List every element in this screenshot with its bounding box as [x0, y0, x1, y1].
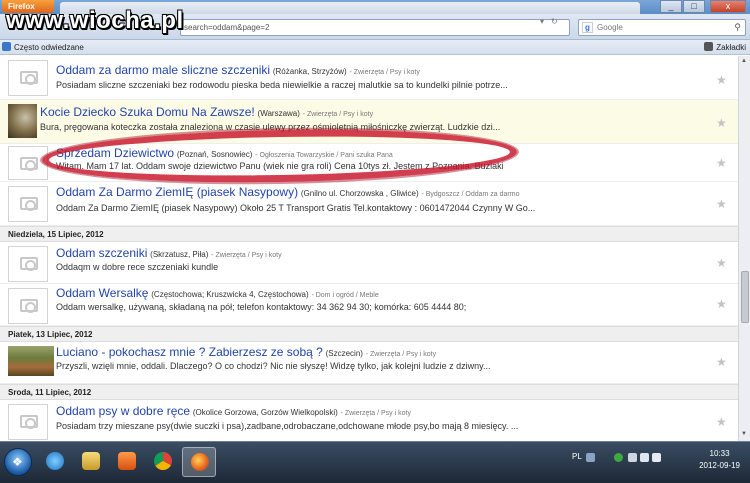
reload-icon[interactable]: ↻	[551, 17, 558, 26]
listing-item[interactable]: Luciano - pokochasz mnie ? Zabierzesz ze…	[0, 342, 738, 384]
clock-time: 10:33	[709, 449, 730, 458]
vertical-scrollbar[interactable]: ▲ ▼	[738, 56, 750, 441]
listing-category[interactable]: - Bydgoszcz / Oddam za darmo	[421, 191, 519, 198]
listing-category[interactable]: - Zwierzęta / Psy i koty	[211, 252, 281, 259]
listing-page: Oddam za darmo male sliczne szczeniki (R…	[0, 56, 738, 441]
listing-item[interactable]: Oddam szczeniki (Skrzatusz, Piła) - Zwie…	[0, 242, 738, 284]
firefox-icon	[191, 453, 209, 471]
listing-category[interactable]: - Zwierzęta / Psy i koty	[341, 410, 411, 417]
favorite-star-icon[interactable]: ★	[716, 256, 727, 270]
clock-date: 2012-09-19	[699, 461, 740, 470]
search-box[interactable]: g Google ⚲	[578, 19, 746, 36]
listing-category[interactable]: - Zwierzęta / Psy i koty	[349, 69, 419, 76]
security-icon[interactable]	[614, 453, 623, 462]
listing-description: Oddam wersalkę, używaną, składaną na pół…	[56, 302, 467, 312]
listing-category[interactable]: - Zwierzęta / Psy i koty	[366, 351, 436, 358]
chrome-button[interactable]	[146, 447, 180, 477]
no-photo-icon	[8, 60, 48, 96]
favorite-star-icon[interactable]: ★	[716, 415, 727, 429]
media-player-icon	[118, 452, 136, 470]
listing-location: (Częstochowa; Kruszwicka 4, Częstochowa)	[151, 290, 309, 299]
search-icon[interactable]: ⚲	[734, 22, 741, 33]
listing-title[interactable]: Oddam psy w dobre ręce	[56, 404, 190, 418]
google-icon: g	[582, 22, 593, 33]
day-header: Niedziela, 15 Lipiec, 2012	[0, 226, 738, 242]
windows-logo-icon: ❖	[12, 455, 23, 469]
bookmark-star-icon	[704, 42, 714, 51]
listing-title[interactable]: Luciano - pokochasz mnie ? Zabierzesz ze…	[56, 345, 323, 359]
favorite-star-icon[interactable]: ★	[716, 116, 727, 130]
no-photo-icon	[8, 246, 48, 282]
listing-title[interactable]: Oddam Za Darmo ZiemIĘ (piasek Nasypowy)	[56, 185, 298, 199]
listing-title[interactable]: Kocie Dziecko Szuka Domu Na Zawsze!	[40, 105, 255, 119]
favorite-star-icon[interactable]: ★	[716, 197, 727, 211]
listing-description: Przyszli, wzięli mnie, oddali. Dlaczego?…	[56, 361, 491, 371]
keyboard-icon[interactable]	[586, 453, 595, 462]
address-bar[interactable]: search=oddam&page=2	[180, 19, 570, 36]
clock[interactable]: 10:33 2012-09-19	[699, 448, 740, 472]
scroll-down-icon[interactable]: ▼	[741, 431, 747, 437]
system-tray: PL 10:33 2012-09-19	[570, 442, 750, 483]
scrollbar-thumb[interactable]	[741, 271, 749, 323]
listing-category[interactable]: - Zwierzęta / Psy i koty	[303, 111, 373, 118]
favorite-star-icon[interactable]: ★	[716, 297, 727, 311]
favorite-star-icon[interactable]: ★	[716, 73, 727, 87]
firefox-taskbar-button[interactable]	[182, 447, 216, 477]
cat-photo[interactable]	[8, 104, 37, 138]
listing-title[interactable]: Oddam za darmo male sliczne szczeniki	[56, 63, 270, 77]
watermark-logo: www.wiocha.pl	[6, 7, 184, 34]
bookmark-icon	[2, 42, 11, 51]
media-player-button[interactable]	[110, 447, 144, 477]
listing-item[interactable]: Oddam Wersalkę (Częstochowa; Kruszwicka …	[0, 284, 738, 326]
volume-icon[interactable]	[652, 453, 661, 462]
no-photo-icon	[8, 404, 48, 440]
listing-item[interactable]: Oddam Za Darmo ZiemIĘ (piasek Nasypowy) …	[0, 182, 738, 226]
favorite-star-icon[interactable]: ★	[716, 355, 727, 369]
listing-item[interactable]: Oddam za darmo male sliczne szczeniki (R…	[0, 56, 738, 100]
listing-location: (Skrzatusz, Piła)	[150, 250, 209, 259]
flag-icon[interactable]	[628, 453, 637, 462]
scroll-up-icon[interactable]: ▲	[741, 58, 747, 64]
start-button[interactable]: ❖	[4, 448, 32, 476]
listing-location: (Warszawa)	[257, 109, 300, 118]
bookmarks-toolbar: Często odwiedzane Zakładki	[0, 40, 750, 55]
maximize-button[interactable]: □	[683, 0, 705, 13]
bookmarks-menu[interactable]: Zakładki	[704, 42, 746, 52]
bookmark-most-visited[interactable]: Często odwiedzane	[2, 42, 84, 52]
internet-explorer-button[interactable]	[38, 447, 72, 477]
listing-category[interactable]: - Dom i ogród / Meble	[311, 292, 378, 299]
close-button[interactable]: x	[710, 0, 746, 13]
no-photo-icon	[8, 288, 48, 324]
listing-description: Oddaqm w dobre rece szczeniaki kundle	[56, 262, 219, 272]
day-header: Sroda, 11 Lipiec, 2012	[0, 384, 738, 400]
day-header: Piatek, 13 Lipiec, 2012	[0, 326, 738, 342]
internet-explorer-icon	[46, 452, 64, 470]
network-icon[interactable]	[640, 453, 649, 462]
listing-description: Posiadam sliczne szczeniaki bez rodowodu…	[56, 80, 508, 90]
dropdown-arrow-icon[interactable]: ▾	[540, 17, 544, 26]
listing-item[interactable]: Oddam psy w dobre ręce (Okolice Gorzowa,…	[0, 400, 738, 441]
listing-title[interactable]: Oddam szczeniki	[56, 246, 147, 260]
file-explorer-button[interactable]	[74, 447, 108, 477]
windows-taskbar: ❖ PL 10:33 2012-09-19	[0, 441, 750, 483]
search-placeholder: Google	[597, 23, 623, 32]
no-photo-icon	[8, 146, 48, 180]
listing-description: Oddam Za Darmo ZiemIĘ (piasek Nasypowy) …	[56, 203, 536, 213]
dog-photo[interactable]	[8, 346, 54, 376]
no-photo-icon	[8, 186, 48, 222]
listing-title[interactable]: Oddam Wersalkę	[56, 286, 148, 300]
listing-location: (Szczecin)	[325, 349, 363, 358]
listing-location: (Różanka, Strzyżów)	[272, 67, 347, 76]
language-indicator[interactable]: PL	[572, 452, 582, 461]
listing-location: (Gnilno ul. Chorzowska , Gliwice)	[300, 189, 419, 198]
chrome-icon	[154, 452, 172, 470]
listing-description: Posiadam trzy mieszane psy(dwie suczki i…	[56, 421, 519, 431]
listing-location: (Okolice Gorzowa, Gorzów Wielkopolski)	[192, 408, 338, 417]
favorite-star-icon[interactable]: ★	[716, 156, 727, 170]
minimize-button[interactable]: _	[660, 0, 682, 13]
folder-icon	[82, 452, 100, 470]
